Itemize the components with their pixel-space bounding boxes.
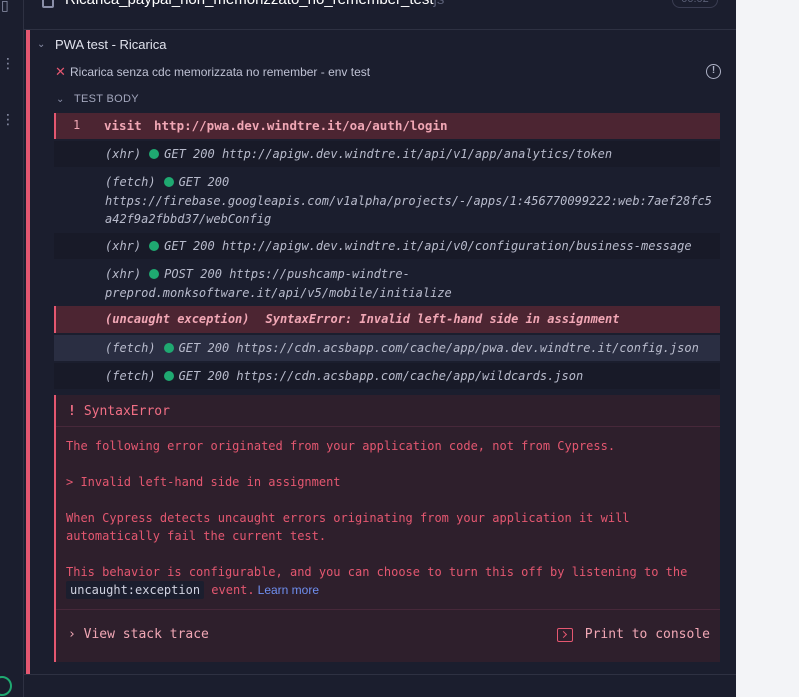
duration-badge: 00:02 — [672, 0, 718, 8]
status-dot-icon — [163, 371, 174, 381]
suite-title: PWA test - Ricarica — [55, 36, 167, 52]
status-dot-icon — [163, 343, 174, 353]
log-row[interactable]: (xhr) POST 200 https://pushcamp-windtre- … — [54, 261, 720, 305]
code-chip: uncaught:exception — [66, 581, 205, 599]
settings-icon[interactable]: ⋮ — [1, 112, 15, 128]
previous-test-title: Ricarica_paypal_non_memorizzato_no_remem… — [65, 0, 444, 8]
file-icon — [42, 0, 54, 8]
error-explanation: When Cypress detects uncaught errors ori… — [66, 511, 630, 543]
status-dot-icon — [149, 269, 160, 279]
view-stack-trace-button[interactable]: › View stack trace — [68, 627, 209, 642]
status-dot-icon — [149, 149, 160, 159]
status-dot-icon — [149, 241, 160, 251]
chevron-down-icon[interactable]: ⌄ — [37, 39, 55, 50]
test-body-label: TEST BODY — [74, 93, 139, 105]
command-number: 1 — [73, 118, 81, 132]
print-to-console-button[interactable]: Print to console — [556, 627, 710, 642]
runs-icon[interactable]: ⋮ — [1, 56, 15, 72]
command-name: visit — [104, 118, 142, 133]
test-row[interactable]: ✕ Ricarica senza cdc memorizzata no reme… — [55, 62, 721, 82]
terminal-icon — [556, 627, 573, 642]
learn-more-link[interactable]: Learn more — [258, 583, 319, 597]
uncaught-exception-row[interactable]: (uncaught exception) SyntaxError: Invalid… — [54, 306, 720, 333]
status-dot-icon — [163, 177, 174, 187]
command-log-panel: Ricarica_paypal_non_memorizzato_no_remem… — [24, 0, 736, 697]
error-detail: > Invalid left-hand side in assignment — [66, 475, 341, 489]
log-row[interactable]: (xhr) GET 200 http://apigw.dev.windtre.it… — [54, 233, 720, 259]
error-title: ! SyntaxError — [68, 404, 170, 419]
spec-icon[interactable]: ▯ — [1, 0, 9, 14]
log-row[interactable]: (fetch) GET 200 https://firebase.googleap… — [54, 169, 720, 231]
chevron-right-icon: › — [68, 627, 76, 642]
fail-x-icon: ✕ — [55, 64, 66, 79]
error-panel: ! SyntaxError The following error origina… — [54, 395, 720, 662]
log-row[interactable]: (fetch) GET 200 https://cdn.acsbapp.com/c… — [54, 335, 720, 361]
test-body-header[interactable]: ⌄ TEST BODY — [56, 90, 139, 108]
previous-test-row[interactable]: Ricarica_paypal_non_memorizzato_no_remem… — [24, 0, 736, 30]
status-ring-icon — [0, 676, 12, 696]
chevron-down-icon[interactable]: ⌄ — [56, 94, 74, 105]
failed-suite-indicator — [26, 30, 30, 674]
error-message: The following error originated from your… — [66, 439, 616, 453]
error-config-note: This behavior is configurable, and you c… — [66, 565, 688, 599]
test-title: Ricarica senza cdc memorizzata no rememb… — [70, 65, 371, 79]
info-icon[interactable]: ! — [706, 64, 721, 79]
alert-icon: ! — [68, 404, 76, 419]
log-row[interactable]: (fetch) GET 200 https://cdn.acsbapp.com/c… — [54, 363, 720, 389]
command-message: http://pwa.dev.windtre.it/oa/auth/login — [154, 118, 448, 133]
suite-row[interactable]: ⌄ PWA test - Ricarica — [37, 34, 166, 54]
left-sidebar: ▯ ⋮ ⋮ — [0, 0, 24, 697]
command-visit[interactable]: 1 visit http://pwa.dev.windtre.it/oa/aut… — [54, 113, 720, 139]
log-row[interactable]: (xhr) GET 200 http://apigw.dev.windtre.it… — [54, 141, 720, 167]
